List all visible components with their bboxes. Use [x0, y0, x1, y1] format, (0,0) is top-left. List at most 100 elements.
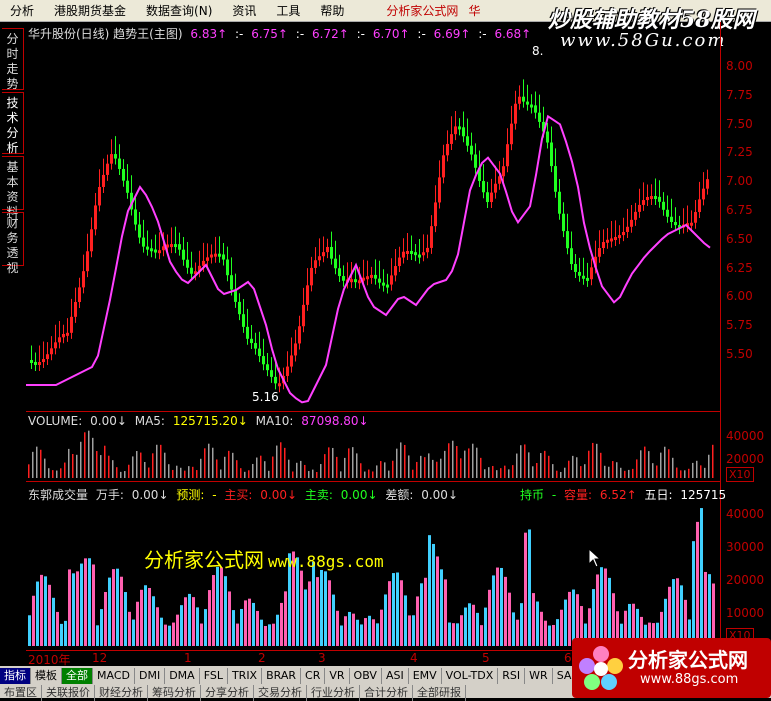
- volume-bar: [212, 447, 214, 478]
- indicator-tab[interactable]: VR: [325, 668, 350, 684]
- indicator-tab[interactable]: RSI: [498, 668, 526, 684]
- price-chart[interactable]: [26, 40, 720, 410]
- tab-intraday[interactable]: 分时走势: [2, 28, 24, 91]
- indicator-bar: [172, 622, 175, 646]
- volume-chart[interactable]: [26, 428, 720, 480]
- indicator-bar: [28, 615, 31, 646]
- indicator-bar: [356, 619, 359, 646]
- price-y-tick: 7.50: [726, 116, 753, 131]
- volume-bar: [272, 456, 274, 478]
- analysis-tab[interactable]: 合计分析: [360, 685, 413, 701]
- indicator-bar: [132, 619, 135, 646]
- volume-bar: [196, 470, 198, 478]
- menu-data-query[interactable]: 数据查询(N): [136, 2, 222, 19]
- indicator-bar: [44, 576, 47, 646]
- indicator-bar: [180, 605, 183, 646]
- indicator-tab[interactable]: TRIX: [228, 668, 263, 684]
- menu-hk-futures[interactable]: 港股期货基金: [44, 2, 136, 19]
- indicator-tab[interactable]: 全部: [62, 668, 93, 684]
- indicator-tab[interactable]: ASI: [382, 668, 409, 684]
- tab-technical[interactable]: 技术分析: [2, 92, 24, 155]
- menu-analysis[interactable]: 分析: [0, 2, 44, 19]
- indicator-bar: [212, 575, 215, 646]
- analysis-tab[interactable]: 交易分析: [254, 685, 307, 701]
- analysis-tab[interactable]: 财经分析: [95, 685, 148, 701]
- candle-body: [238, 301, 241, 315]
- volume-bar: [612, 461, 614, 478]
- volume-bar: [184, 470, 186, 478]
- indicator-bar: [152, 596, 155, 646]
- volume-bar: [488, 467, 490, 478]
- indicator-bar: [412, 615, 415, 646]
- indicator-bar: [380, 609, 383, 646]
- candle-body: [278, 383, 281, 387]
- menu-tools[interactable]: 工具: [266, 2, 310, 19]
- indicator-tab[interactable]: 指标: [0, 668, 31, 684]
- indicator-tab[interactable]: WR: [525, 668, 553, 684]
- ma5-value: 125715.20↓: [172, 414, 248, 428]
- candle-body: [446, 143, 449, 156]
- analysis-tab[interactable]: 筹码分析: [148, 685, 201, 701]
- volume-bar: [500, 468, 502, 478]
- volume-bar: [572, 455, 574, 478]
- indicator-tab[interactable]: CR: [301, 668, 326, 684]
- ma-sep: :-: [234, 27, 244, 41]
- candle-body: [702, 188, 705, 200]
- candle-body: [474, 154, 477, 168]
- analysis-tab[interactable]: 关联报价: [42, 685, 95, 701]
- volume-bar: [556, 470, 558, 478]
- price-y-tick: 5.75: [726, 318, 753, 333]
- indicator-bar: [204, 609, 207, 646]
- candle-body: [326, 246, 329, 253]
- analysis-tab[interactable]: 全部研报: [413, 685, 466, 701]
- indicator-tab[interactable]: OBV: [350, 668, 382, 684]
- candle-body: [78, 287, 81, 303]
- analysis-tab[interactable]: 行业分析: [307, 685, 360, 701]
- indicator-tab[interactable]: MACD: [93, 668, 135, 684]
- candle-body: [514, 103, 517, 124]
- volume-bar: [292, 471, 294, 478]
- indicator-bar: [456, 623, 459, 646]
- indicator-bar: [324, 571, 327, 646]
- volume-bar: [96, 451, 98, 478]
- analysis-tab[interactable]: 分享分析: [201, 685, 254, 701]
- volume-bar: [600, 452, 602, 478]
- volume-bar: [632, 468, 634, 478]
- ma-value: 6.68↑: [494, 27, 532, 41]
- candle-body: [302, 304, 305, 327]
- indicator-chart[interactable]: [26, 500, 720, 648]
- price-y-tick: 6.50: [726, 231, 753, 246]
- indicator-tab[interactable]: DMA: [165, 668, 200, 684]
- indicator-bar: [32, 595, 35, 646]
- indicator-tab[interactable]: VOL-TDX: [442, 668, 499, 684]
- indicator-bar: [704, 571, 707, 646]
- indicator-tab[interactable]: BRAR: [262, 668, 302, 684]
- indicator-tab[interactable]: FSL: [200, 668, 228, 684]
- volume-bar: [636, 459, 638, 478]
- indicator-tab[interactable]: 模板: [31, 668, 62, 684]
- brand-link[interactable]: 分析家公式网: [376, 2, 468, 19]
- tab-financials[interactable]: 财务透视: [2, 212, 24, 275]
- menu-news[interactable]: 资讯: [222, 2, 266, 19]
- indicator-tab[interactable]: DMI: [135, 668, 166, 684]
- menu-help[interactable]: 帮助: [310, 2, 354, 19]
- volume-unit: X10: [726, 467, 754, 482]
- candle-body: [286, 366, 289, 376]
- indicator-tab[interactable]: EMV: [409, 668, 442, 684]
- candle-body: [290, 355, 293, 367]
- indicator-bar: [100, 609, 103, 646]
- candle-body: [142, 237, 145, 247]
- logo-title: 分析家公式网: [628, 648, 748, 672]
- volume-bar: [264, 461, 266, 478]
- volume-bar: [252, 463, 254, 478]
- candle-body: [538, 112, 541, 122]
- candle-body: [462, 127, 465, 137]
- volume-bar: [544, 450, 546, 478]
- candle-body: [490, 192, 493, 203]
- indicator-bar: [116, 568, 119, 646]
- analysis-tab[interactable]: 布置区: [0, 685, 42, 701]
- tab-fundamentals[interactable]: 基本资料: [2, 156, 24, 219]
- candle-body: [82, 271, 85, 288]
- volume-bar: [200, 458, 202, 478]
- indicator-bar: [228, 591, 231, 646]
